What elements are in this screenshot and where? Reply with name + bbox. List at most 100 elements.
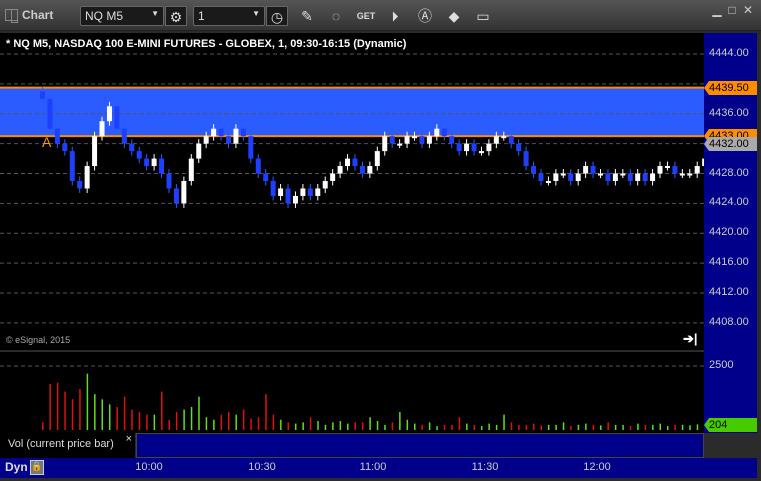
volume-legend-label: Vol (current price bar): [8, 438, 114, 450]
scroll-to-end-icon[interactable]: ➔|: [683, 331, 698, 347]
lock-icon[interactable]: 🔒: [30, 460, 44, 475]
price-label: 4408.00: [709, 315, 749, 328]
settings-icon[interactable]: ⚙: [165, 6, 187, 26]
volume-bar: [242, 409, 245, 430]
comment-icon[interactable]: ▭: [472, 6, 494, 26]
chevron-down-icon: ▼: [151, 9, 159, 18]
price-chart[interactable]: * NQ M5, NASDAQ 100 E-MINI FUTURES - GLO…: [0, 33, 730, 350]
volume-bar: [161, 391, 163, 430]
candle: [419, 136, 425, 144]
close-study-button[interactable]: ×: [126, 433, 132, 445]
volume-bar: [183, 409, 185, 430]
candle: [263, 173, 269, 181]
candle: [188, 158, 194, 181]
volume-bar: [153, 414, 156, 430]
candle: [292, 195, 298, 204]
volume-bar: [666, 426, 669, 430]
candle: [642, 173, 648, 181]
volume-bar: [123, 396, 126, 430]
time-label: 12:00: [583, 461, 611, 473]
candle: [352, 158, 358, 167]
volume-bar: [49, 383, 51, 430]
candle: [672, 166, 678, 174]
volume-bar: [302, 422, 304, 430]
candle: [84, 166, 90, 189]
volume-bar: [339, 421, 342, 430]
volume-bar: [689, 425, 691, 430]
volume-pane[interactable]: [0, 352, 728, 433]
candle: [203, 136, 209, 144]
candle: [218, 128, 224, 137]
symbol-select[interactable]: NQ M5 ▼: [80, 6, 164, 26]
candle: [47, 98, 53, 129]
volume-bar: [369, 417, 371, 430]
play-icon[interactable]: ⏵: [384, 6, 406, 26]
price-axis[interactable]: 4444.00 4436.00 4432.00 4428.00 4424.00 4420.…: [704, 33, 757, 433]
volume-bar: [190, 406, 193, 430]
volume-bar: [436, 426, 438, 430]
candle: [211, 128, 217, 137]
maximize-button[interactable]: □: [724, 3, 740, 19]
candle: [233, 128, 239, 144]
last-volume-tag: 204: [704, 418, 757, 432]
candle: [99, 121, 105, 137]
candle: [382, 136, 388, 152]
candle: [240, 128, 246, 137]
volume-bar: [562, 422, 565, 430]
alert-icon[interactable]: Ⓐ: [414, 6, 436, 26]
volume-bar: [592, 424, 595, 430]
candle: [389, 136, 395, 144]
candle: [679, 173, 685, 176]
interval-select[interactable]: 1 ▼: [193, 6, 265, 26]
pencil-icon[interactable]: ✎: [296, 6, 318, 26]
volume-bar: [451, 424, 453, 430]
candle: [612, 173, 618, 181]
volume-bar: [213, 419, 215, 430]
clock-icon[interactable]: ◷: [266, 6, 288, 26]
drag-handle-icon[interactable]: [5, 9, 18, 23]
volume-bar: [205, 417, 208, 430]
volume-bar: [600, 425, 602, 430]
volume-bar: [235, 414, 237, 430]
vol-axis-label: 2500: [709, 359, 734, 371]
close-button[interactable]: ✕: [740, 3, 756, 19]
time-axis[interactable]: Dyn 🔒 10:00 10:30 11:00 11:30 12:00: [0, 458, 757, 478]
volume-bar: [220, 414, 223, 430]
study-icon[interactable]: ◌: [325, 6, 347, 26]
candle: [77, 180, 83, 189]
link-icon[interactable]: ◆: [443, 6, 465, 26]
candle: [337, 166, 343, 174]
volume-bar: [622, 424, 624, 430]
candle: [114, 106, 120, 129]
candle: [397, 143, 403, 146]
minimize-button[interactable]: ▁: [709, 3, 725, 19]
volume-bar: [414, 423, 416, 430]
candle: [144, 158, 150, 167]
candle: [449, 136, 455, 144]
last-price-tag: 4432.00: [704, 137, 757, 151]
candle: [136, 151, 142, 159]
candle: [456, 143, 462, 152]
candle: [226, 136, 231, 144]
price-label: 4444.00: [709, 47, 749, 59]
candle: [464, 143, 470, 152]
candle: [307, 188, 313, 196]
candle: [568, 173, 574, 181]
candle: [92, 136, 98, 167]
candle: [694, 166, 700, 174]
candle: [159, 158, 165, 174]
volume-bar: [354, 422, 356, 430]
candle: [434, 128, 440, 137]
toolbar: Chart NQ M5 ▼ ⚙ 1 ▼ ◷ ✎ ◌ GET ⏵ Ⓐ ◆ ▭ ▁ □ …: [0, 0, 761, 31]
volume-bar: [525, 424, 528, 430]
volume-bar: [391, 422, 394, 430]
get-icon[interactable]: GET: [355, 6, 377, 26]
volume-bar: [332, 422, 334, 430]
volume-bar: [607, 422, 609, 430]
volume-bar: [659, 423, 662, 430]
volume-bar: [428, 422, 431, 430]
volume-bar: [131, 409, 133, 430]
volume-bar: [547, 424, 550, 430]
candle: [106, 106, 112, 122]
candle: [478, 151, 484, 154]
